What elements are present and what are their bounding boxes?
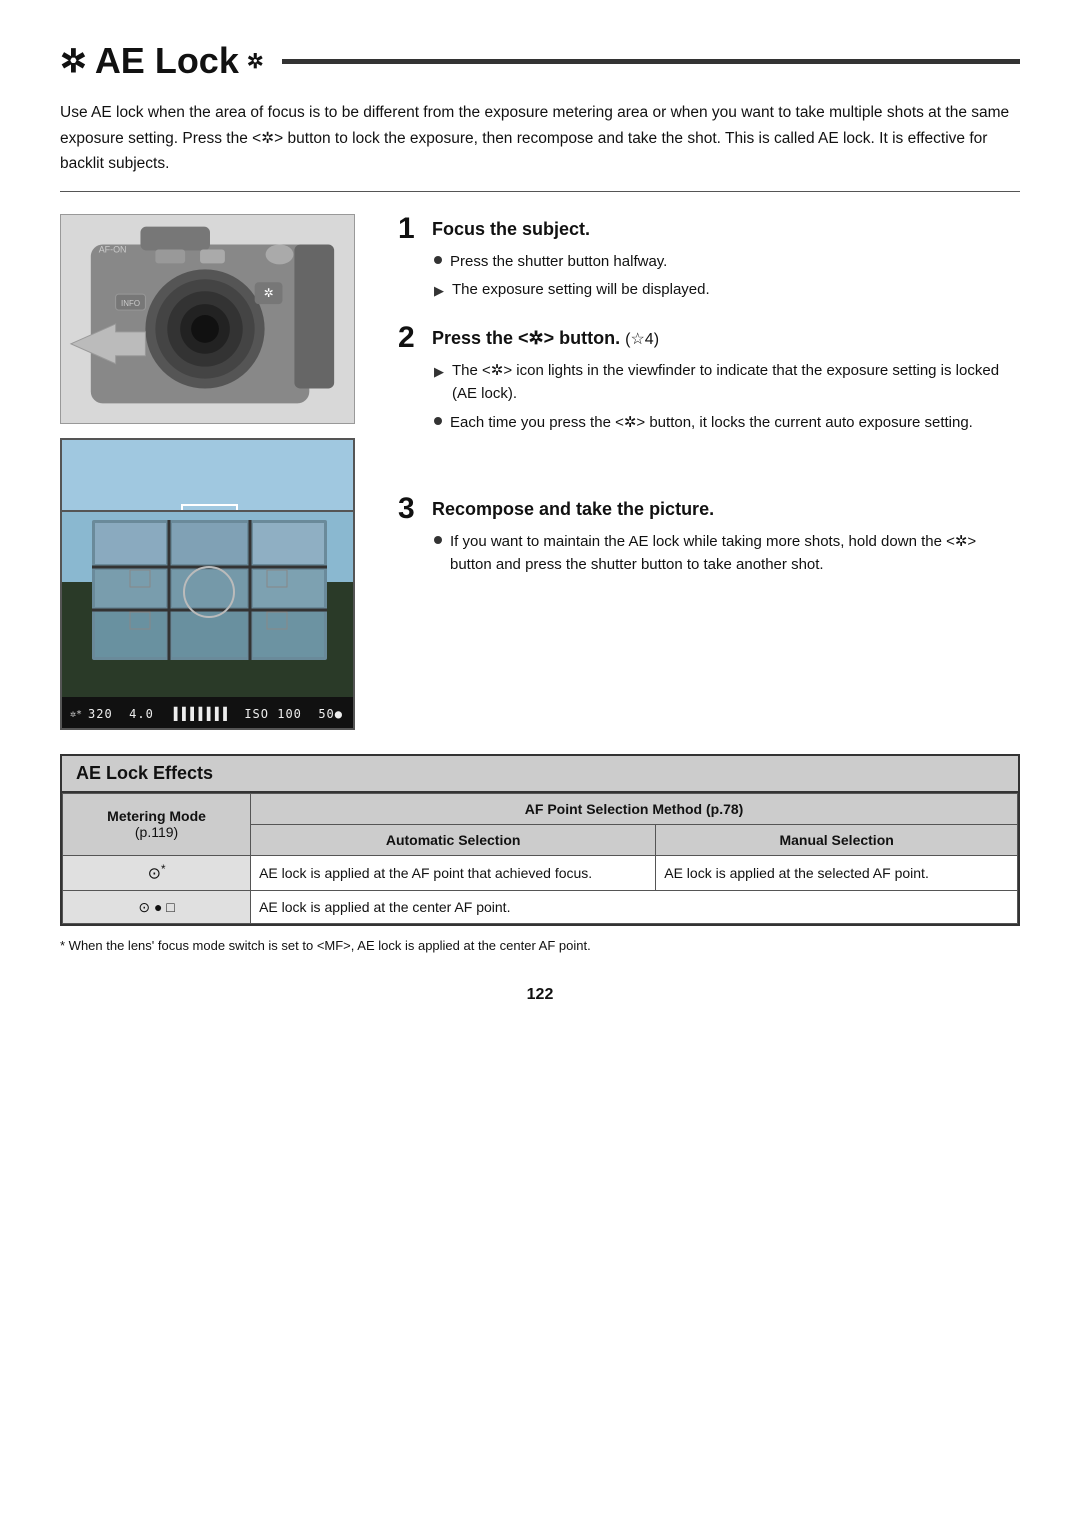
title-star-right: ✲ xyxy=(247,49,264,74)
footnote-mark: * xyxy=(161,863,166,876)
title-line xyxy=(282,59,1020,64)
row-1-auto-text: AE lock is applied at the AF point that … xyxy=(259,865,592,881)
step-1-title: Focus the subject. xyxy=(432,214,590,241)
step-1-number: 1 xyxy=(398,214,422,244)
ae-lock-effects-section-title: AE Lock Effects xyxy=(62,756,1018,793)
af-point-label: AF Point Selection Method (p.78) xyxy=(525,801,744,817)
table-row-2-label: ⊙ ● □ xyxy=(63,891,251,924)
lcd-status-text-2: 320 4.0 ▐▐▐▐▐▐▐ ISO 100 50● xyxy=(88,707,343,721)
table-row-1: ⊙* AE lock is applied at the AF point th… xyxy=(63,855,1018,891)
title-star-left: ✲ xyxy=(60,42,87,80)
lcd-statusbar-2: ✲* 320 4.0 ▐▐▐▐▐▐▐ ISO 100 50● xyxy=(62,697,353,730)
row-1-manual-text: AE lock is applied at the selected AF po… xyxy=(664,865,929,881)
step-1-bullet-1: Press the shutter button halfway. xyxy=(434,250,1020,273)
page-title-section: ✲ AE Lock ✲ xyxy=(60,40,1020,82)
ae-lock-effects-title-label: AE Lock Effects xyxy=(76,763,213,783)
table-row-1-manual: AE lock is applied at the selected AF po… xyxy=(656,855,1018,891)
lcd-scene-2 xyxy=(62,512,353,697)
lcd-star-icon-2: ✲* xyxy=(70,709,82,720)
svg-text:✲: ✲ xyxy=(264,286,274,300)
table-header-row-1: Metering Mode (p.119) AF Point Selection… xyxy=(63,793,1018,824)
page-number-text: 122 xyxy=(527,986,554,1003)
ae-lock-effects-section: AE Lock Effects Metering Mode (p.119) AF… xyxy=(60,754,1020,927)
lcd-image-2: ✲* 320 4.0 ▐▐▐▐▐▐▐ ISO 100 50● xyxy=(60,510,355,730)
metering-mode-page: (p.119) xyxy=(135,824,178,840)
camera-image: INFO ✲ AF-ON xyxy=(60,214,355,424)
bullet-circle-icon xyxy=(434,256,442,264)
table-header-metering: Metering Mode (p.119) xyxy=(63,793,251,855)
manual-selection-label: Manual Selection xyxy=(779,832,893,848)
table-row-1-auto: AE lock is applied at the AF point that … xyxy=(251,855,656,891)
page-number: 122 xyxy=(60,986,1020,1004)
svg-text:AF-ON: AF-ON xyxy=(99,244,127,254)
table-header-af-point: AF Point Selection Method (p.78) xyxy=(251,793,1018,824)
table-row-2: ⊙ ● □ AE lock is applied at the center A… xyxy=(63,891,1018,924)
footnote-text: * When the lens' focus mode switch is se… xyxy=(60,936,1020,956)
intro-paragraph: Use AE lock when the area of focus is to… xyxy=(60,100,1020,192)
step-1-bullet-1-text: Press the shutter button halfway. xyxy=(450,250,667,273)
table-row-1-label: ⊙* xyxy=(63,855,251,891)
table-header-auto-sel: Automatic Selection xyxy=(251,824,656,855)
auto-selection-label: Automatic Selection xyxy=(386,832,521,848)
metering-icon-2: ⊙ ● □ xyxy=(138,899,174,915)
ae-effects-table: Metering Mode (p.119) AF Point Selection… xyxy=(62,793,1018,925)
step-1-header: 1 Focus the subject. xyxy=(398,214,1020,244)
title-text: AE Lock xyxy=(95,40,239,82)
row-2-text: AE lock is applied at the center AF poin… xyxy=(259,899,510,915)
page-title: ✲ AE Lock ✲ xyxy=(60,40,264,82)
table-header-manual-sel: Manual Selection xyxy=(656,824,1018,855)
svg-text:INFO: INFO xyxy=(121,299,140,308)
lcd-scene-svg-2 xyxy=(62,512,355,697)
table-row-2-combined: AE lock is applied at the center AF poin… xyxy=(251,891,1018,924)
spacer-right xyxy=(398,286,1020,738)
footnote-content: * When the lens' focus mode switch is se… xyxy=(60,938,591,953)
metering-icon-1: ⊙ xyxy=(148,865,161,882)
metering-mode-label: Metering Mode xyxy=(107,808,206,824)
camera-illustration: INFO ✲ AF-ON xyxy=(61,214,354,424)
